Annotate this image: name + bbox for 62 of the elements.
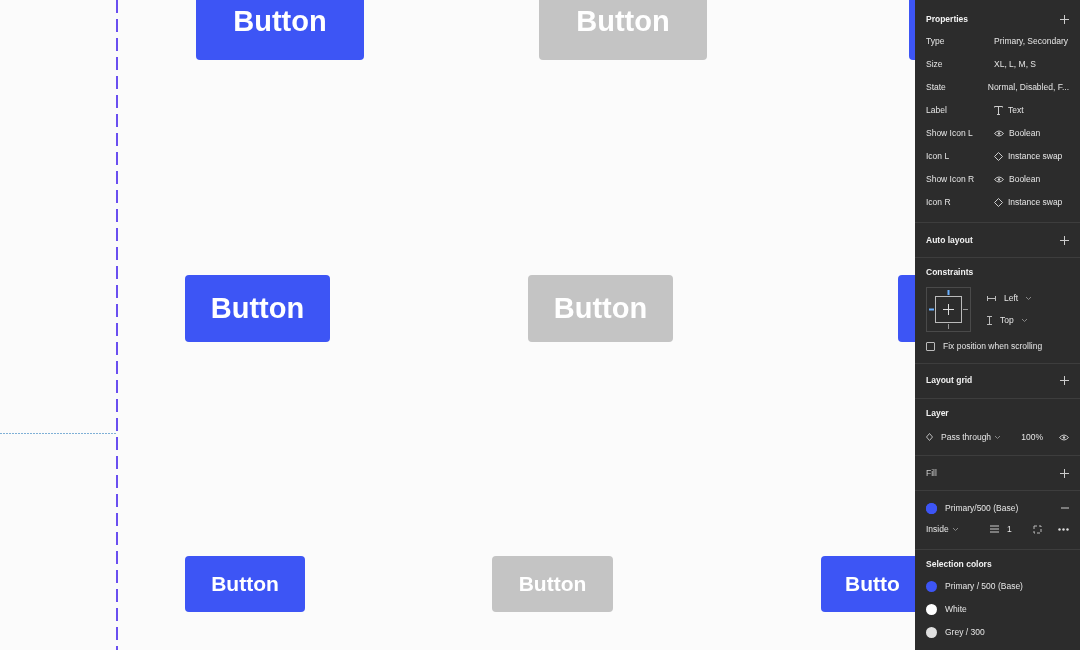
color-swatch[interactable] [926, 502, 937, 514]
color-name: White [945, 603, 967, 616]
property-value[interactable]: Boolean [1009, 173, 1041, 186]
button-edge [898, 275, 915, 342]
property-value[interactable]: Boolean [1009, 127, 1041, 140]
section-title: Constraints [926, 266, 975, 279]
add-icon[interactable] [1060, 14, 1069, 24]
color-swatch[interactable] [926, 627, 937, 638]
property-value[interactable]: Normal, Disabled, F... [987, 81, 1069, 94]
blend-dropdown[interactable]: Pass through [941, 430, 992, 444]
property-name: Size [926, 58, 944, 71]
caret-icon [1021, 318, 1027, 322]
add-icon[interactable] [1060, 468, 1069, 478]
color-swatch[interactable] [926, 581, 937, 592]
checkbox-label: Fix position when scrolling [943, 339, 1043, 353]
component-icon [994, 198, 1003, 207]
height-icon [987, 315, 992, 325]
dropdown[interactable]: Top [1000, 313, 1014, 327]
section-title: Layer [926, 406, 950, 420]
property-name: Icon R [926, 196, 952, 209]
width-icon [987, 295, 996, 301]
position-dropdown[interactable]: Inside [926, 522, 949, 536]
property-value[interactable]: Instance swap [1008, 150, 1063, 163]
remove-icon[interactable] [1061, 507, 1069, 510]
property-value[interactable]: XL, L, M, S [994, 58, 1037, 71]
dropdown[interactable]: Left [1004, 291, 1019, 305]
component-icon [994, 152, 1003, 161]
visibility-icon[interactable] [1059, 433, 1069, 441]
color-swatch[interactable] [926, 604, 937, 615]
property-name: Icon L [926, 150, 951, 163]
property-name: Show Icon R [926, 173, 976, 186]
more-icon[interactable] [1058, 527, 1069, 531]
caret-icon [995, 435, 1001, 439]
color-name: Primary / 500 (Base) [945, 580, 1023, 593]
opacity-value[interactable]: 100% [1021, 430, 1043, 444]
property-name: Label [926, 104, 948, 117]
caret-icon [952, 527, 958, 531]
property-name: Type [926, 35, 946, 48]
stroke-weight[interactable]: 1 [1007, 522, 1033, 536]
add-icon[interactable] [1060, 376, 1069, 385]
section-title: Fill [926, 466, 937, 480]
blend-icon [926, 433, 933, 442]
constraints-widget[interactable] [926, 286, 971, 332]
checkbox[interactable] [926, 341, 935, 351]
text-icon [994, 106, 1003, 115]
section-title: Layout grid [926, 374, 973, 387]
eye-icon [994, 130, 1004, 137]
caret-icon [1026, 296, 1032, 300]
section-title: Properties [926, 12, 969, 26]
property-value[interactable]: Instance swap [1008, 196, 1063, 209]
property-value[interactable]: Text [1008, 104, 1024, 117]
section-title: Auto layout [926, 233, 973, 247]
eye-icon [994, 176, 1004, 183]
property-value[interactable]: Primary, Secondary [994, 35, 1068, 48]
stroke-weight-icon [990, 525, 999, 534]
property-name: Show Icon L [926, 127, 974, 140]
style-name[interactable]: Primary/500 (Base) [945, 501, 1019, 515]
color-name: Grey / 300 [945, 626, 985, 639]
section-title: Selection colors [926, 558, 993, 571]
dashed-square-icon[interactable] [1033, 524, 1042, 534]
add-icon[interactable] [1060, 235, 1069, 245]
property-name: State [926, 81, 947, 94]
